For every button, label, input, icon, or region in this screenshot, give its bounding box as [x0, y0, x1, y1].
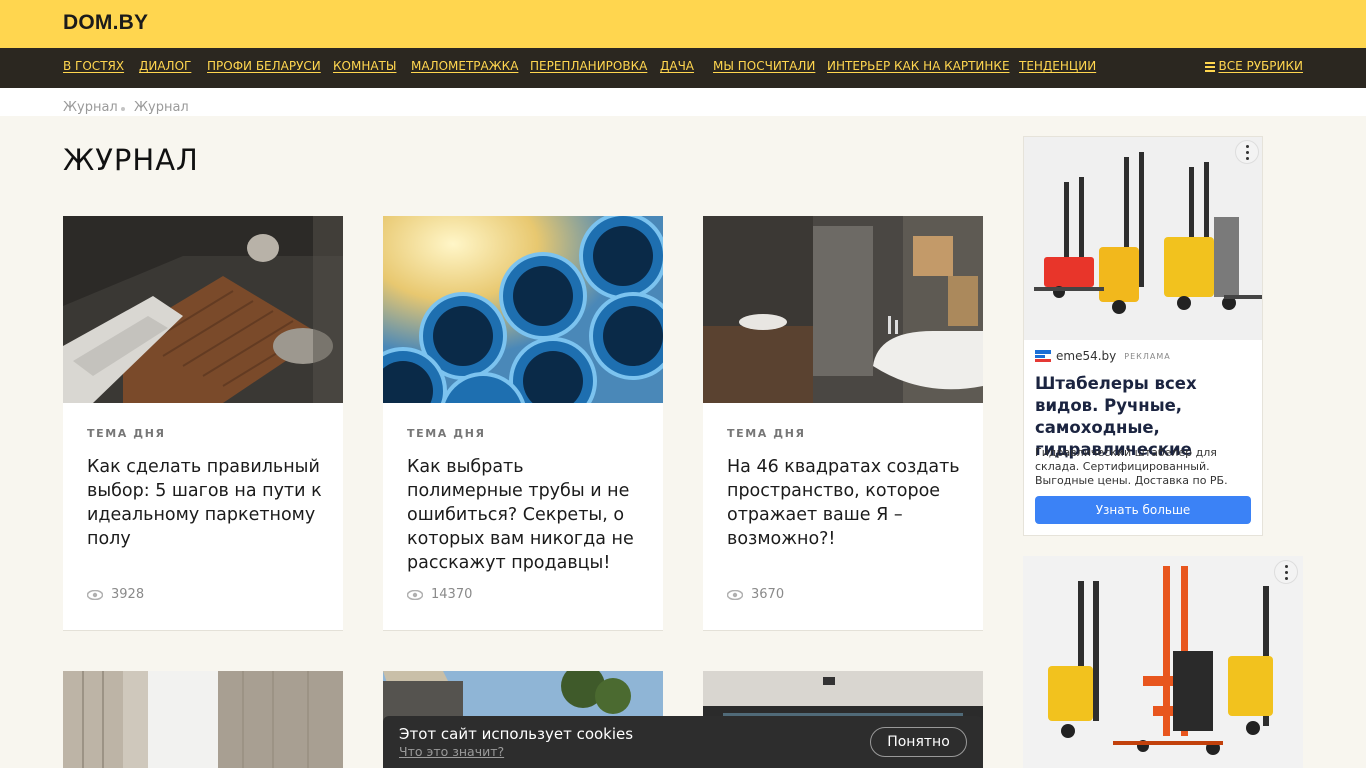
breadcrumb-current: Журнал — [134, 100, 189, 115]
nav-item-komnaty[interactable]: КОМНАТЫ — [333, 59, 396, 73]
nav-item-my-poschitali[interactable]: МЫ ПОСЧИТАЛИ — [713, 59, 815, 73]
all-rubrics-link[interactable]: ВСЕ РУБРИКИ — [1219, 59, 1304, 73]
nav-item-malometrazhka[interactable]: МАЛОМЕТРАЖКА — [411, 59, 518, 73]
nav-item-dialog[interactable]: ДИАЛОГ — [139, 59, 191, 73]
article-card[interactable]: ТЕМА ДНЯ Как выбрать полимерные трубы и … — [383, 216, 663, 631]
ad-cta-button[interactable]: Узнать больше — [1035, 496, 1251, 524]
cookie-text: Этот сайт использует cookies — [399, 725, 634, 743]
view-count-value: 14370 — [431, 587, 473, 602]
view-count: 3670 — [727, 587, 784, 602]
ad-description: Гидравлический штабелер для склада. Серт… — [1035, 446, 1228, 487]
ad-source-domain[interactable]: eme54.by — [1056, 349, 1116, 363]
ad-source[interactable]: eme54.by РЕКЛАМА — [1035, 349, 1171, 363]
article-title[interactable]: На 46 квадратах создать пространство, ко… — [727, 455, 963, 551]
eye-icon — [727, 589, 743, 600]
ad-options-icon[interactable] — [1235, 140, 1259, 164]
nav-item-dacha[interactable]: ДАЧА — [660, 59, 694, 73]
article-title[interactable]: Как сделать правильный выбор: 5 шагов на… — [87, 455, 323, 551]
cookie-info-link[interactable]: Что это значит? — [399, 744, 504, 759]
ad-block[interactable] — [1023, 556, 1303, 768]
page-title: ЖУРНАЛ — [63, 143, 199, 177]
article-tag: ТЕМА ДНЯ — [727, 427, 806, 440]
top-bar: DOM.BY — [0, 0, 1366, 48]
nav-item-profi[interactable]: ПРОФИ БЕЛАРУСИ — [207, 59, 321, 73]
menu-icon[interactable] — [1205, 62, 1215, 72]
view-count-value: 3670 — [751, 587, 785, 602]
cookie-banner: Этот сайт использует cookies Что это зна… — [383, 716, 983, 768]
article-card[interactable] — [63, 671, 343, 768]
ad-block[interactable]: eme54.by РЕКЛАМА Штабелеры всех видов. Р… — [1023, 136, 1263, 536]
article-image[interactable] — [63, 216, 343, 403]
site-logo[interactable]: DOM.BY — [63, 11, 148, 35]
article-card[interactable]: ТЕМА ДНЯ На 46 квадратах создать простра… — [703, 216, 983, 631]
article-tag: ТЕМА ДНЯ — [87, 427, 166, 440]
view-count: 14370 — [407, 587, 472, 602]
ad-image[interactable] — [1024, 137, 1262, 340]
ad-options-icon[interactable] — [1274, 560, 1298, 584]
article-image[interactable] — [63, 671, 343, 768]
article-title[interactable]: Как выбрать полимерные трубы и не ошибит… — [407, 455, 643, 575]
article-tag: ТЕМА ДНЯ — [407, 427, 486, 440]
article-image[interactable] — [703, 216, 983, 403]
breadcrumb: Журнал Журнал — [0, 88, 1366, 116]
nav-item-tendencii[interactable]: ТЕНДЕНЦИИ — [1019, 59, 1096, 73]
nav-item-pereplanirovka[interactable]: ПЕРЕПЛАНИРОВКА — [530, 59, 647, 73]
ad-label: РЕКЛАМА — [1124, 351, 1171, 361]
cookie-accept-button[interactable]: Понятно — [870, 727, 967, 757]
breadcrumb-item[interactable]: Журнал — [63, 100, 118, 115]
view-count: 3928 — [87, 587, 144, 602]
breadcrumb-separator — [121, 107, 125, 111]
nav-item-interer[interactable]: ИНТЕРЬЕР КАК НА КАРТИНКЕ — [827, 59, 1010, 73]
main-nav: В ГОСТЯХ ДИАЛОГ ПРОФИ БЕЛАРУСИ КОМНАТЫ М… — [0, 48, 1366, 88]
eye-icon — [87, 589, 103, 600]
advertiser-logo-icon — [1035, 350, 1051, 362]
eye-icon — [407, 589, 423, 600]
article-image[interactable] — [383, 216, 663, 403]
nav-item-v-gostyah[interactable]: В ГОСТЯХ — [63, 59, 124, 73]
article-card[interactable]: ТЕМА ДНЯ Как сделать правильный выбор: 5… — [63, 216, 343, 631]
ad-image[interactable] — [1023, 556, 1303, 768]
view-count-value: 3928 — [111, 587, 145, 602]
